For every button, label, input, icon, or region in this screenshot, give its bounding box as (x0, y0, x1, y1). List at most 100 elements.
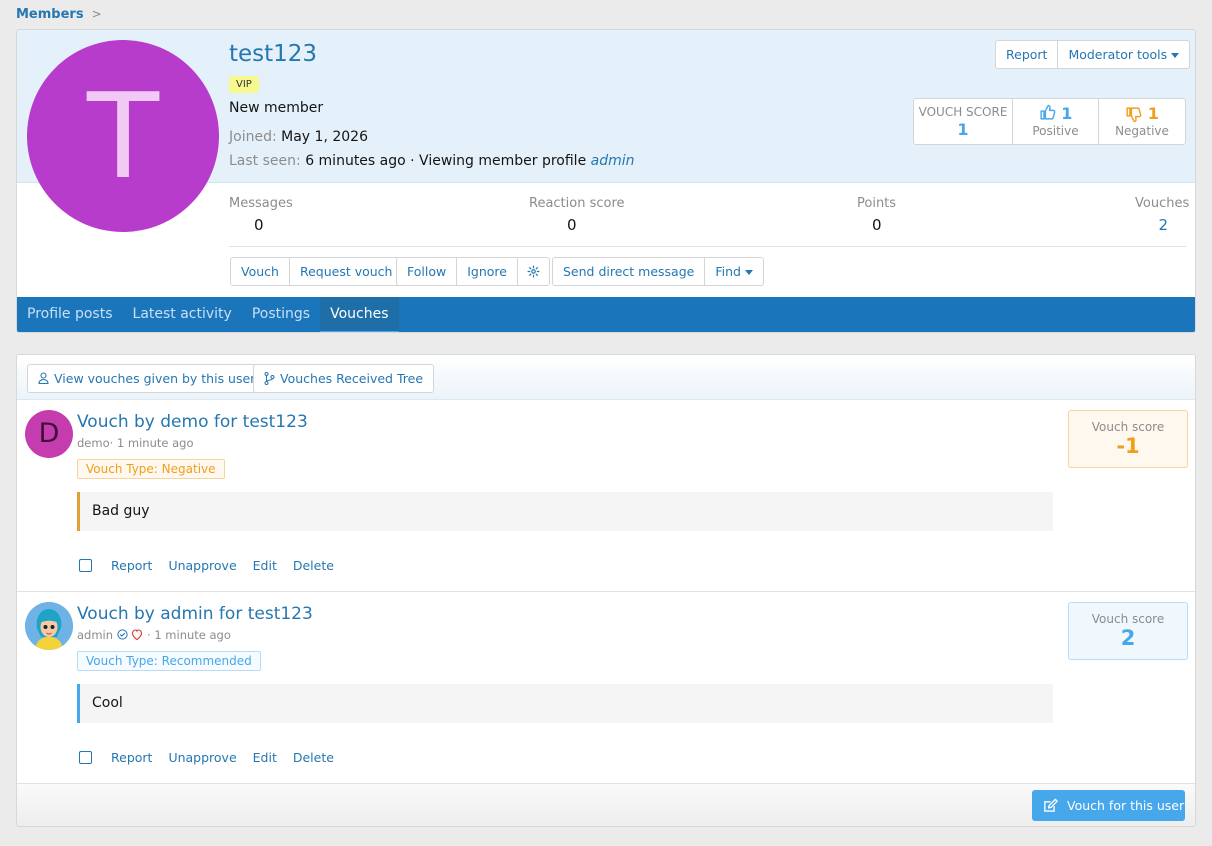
vouch-title[interactable]: Vouch by admin for test123 (77, 604, 313, 624)
vouch-author[interactable]: demo (77, 436, 110, 450)
joined-label: Joined: (229, 129, 277, 145)
stat-label: Points (857, 196, 897, 211)
follow-button[interactable]: Follow (397, 258, 458, 285)
vouch-for-user-label: Vouch for this user (1067, 798, 1185, 813)
stat-label: Reaction score (529, 196, 625, 211)
stat-value: 0 (254, 216, 264, 234)
vouch-actions: Report Unapprove Edit Delete (79, 750, 350, 765)
tab-vouches[interactable]: Vouches (320, 297, 399, 332)
view-vouches-given-label: View vouches given by this user (54, 371, 256, 386)
stat-points[interactable]: Points 0 (857, 196, 896, 234)
vouch-score-cell: VOUCH SCORE 1 (914, 99, 1013, 144)
vouches-toolbar: View vouches given by this user Vouches … (17, 355, 1195, 400)
user-icon (38, 372, 49, 384)
report-link[interactable]: Report (111, 750, 152, 765)
message-button-group: Send direct message Find (552, 257, 764, 286)
vouch-message: Bad guy (77, 492, 1053, 531)
stat-label: Vouches (1135, 196, 1190, 211)
stat-label: Messages (229, 196, 293, 211)
lastseen-value: 6 minutes ago · Viewing member profile (305, 153, 587, 169)
delete-link[interactable]: Delete (293, 750, 334, 765)
vouch-score-summary: VOUCH SCORE 1 1 Positive 1 Negative (913, 98, 1186, 145)
heart-icon (132, 629, 143, 641)
joined-date: Joined: May 1, 2026 (229, 129, 368, 145)
thumbs-up-icon (1040, 104, 1056, 120)
find-label: Find (715, 264, 741, 279)
edit-link[interactable]: Edit (253, 558, 277, 573)
caret-down-icon (744, 270, 753, 275)
branch-icon (264, 372, 275, 385)
stat-messages[interactable]: Messages 0 (229, 196, 293, 234)
report-button[interactable]: Report (996, 41, 1059, 68)
gear-icon (527, 265, 540, 278)
avatar[interactable]: T (27, 40, 219, 232)
avatar[interactable] (25, 602, 73, 650)
vip-badge: VIP (229, 76, 259, 93)
vouch-type-badge: Vouch Type: Negative (77, 459, 225, 479)
tab-profile-posts[interactable]: Profile posts (17, 297, 123, 332)
vouch-actions: Report Unapprove Edit Delete (79, 558, 350, 573)
vouch-author[interactable]: admin (77, 628, 113, 642)
positive-count: 1 (1061, 104, 1073, 123)
vouch-for-user-button[interactable]: Vouch for this user (1032, 790, 1185, 821)
vouch-score-value: -1 (1116, 434, 1140, 458)
moderator-tools-button[interactable]: Moderator tools (1058, 41, 1189, 68)
follow-button-group: Follow Ignore (396, 257, 550, 286)
vouch-score-card: Vouch score -1 (1068, 410, 1188, 468)
unapprove-link[interactable]: Unapprove (168, 558, 236, 573)
vouch-meta: demo· 1 minute ago (77, 436, 194, 450)
stat-value: 0 (872, 216, 882, 234)
caret-down-icon (1171, 53, 1180, 58)
last-seen: Last seen: 6 minutes ago · Viewing membe… (229, 153, 635, 169)
stat-value[interactable]: 2 (1135, 216, 1186, 234)
edit-icon (1044, 798, 1058, 812)
vouch-message: Cool (77, 684, 1053, 723)
ignore-button[interactable]: Ignore (457, 258, 518, 285)
verified-check-icon (117, 629, 128, 640)
vouch-score-card: Vouch score 2 (1068, 602, 1188, 660)
negative-count: 1 (1147, 104, 1159, 123)
find-button[interactable]: Find (705, 258, 763, 285)
vouches-panel: View vouches given by this user Vouches … (16, 354, 1196, 827)
breadcrumb-members-link[interactable]: Members (16, 7, 84, 22)
report-link[interactable]: Report (111, 558, 152, 573)
vouch-meta: admin · 1 minute ago (77, 628, 231, 642)
avatar[interactable]: D (25, 410, 73, 458)
vouch-score-label: Vouch score (1091, 612, 1165, 626)
vouch-score-label: VOUCH SCORE (918, 105, 1008, 119)
send-dm-button[interactable]: Send direct message (553, 258, 706, 285)
divider (229, 246, 1186, 247)
viewer-link[interactable]: admin (591, 153, 635, 169)
unapprove-link[interactable]: Unapprove (168, 750, 236, 765)
vouch-score-value: 1 (957, 120, 969, 139)
vouch-title[interactable]: Vouch by demo for test123 (77, 412, 308, 432)
moderator-tools-label: Moderator tools (1068, 47, 1168, 62)
vouches-received-tree-label: Vouches Received Tree (280, 371, 424, 386)
vouch-time: · 1 minute ago (109, 436, 194, 450)
tab-latest-activity[interactable]: Latest activity (123, 297, 242, 332)
vouch-item: Vouch by admin for test123 admin · 1 min… (17, 592, 1195, 784)
view-vouches-given-button[interactable]: View vouches given by this user (27, 364, 267, 393)
vouch-type-badge: Vouch Type: Recommended (77, 651, 261, 671)
request-vouch-button[interactable]: Request vouch (290, 258, 403, 285)
cartoon-avatar-icon (25, 602, 73, 650)
user-title: New member (229, 100, 324, 116)
vouch-time: · 1 minute ago (147, 628, 231, 642)
username[interactable]: test123 (229, 41, 317, 67)
stat-reaction-score[interactable]: Reaction score 0 (529, 196, 625, 234)
breadcrumb[interactable]: Members > (16, 7, 102, 22)
vouches-received-tree-button[interactable]: Vouches Received Tree (253, 364, 435, 393)
settings-button[interactable] (518, 258, 549, 285)
positive-cell: 1 Positive (1013, 99, 1099, 144)
tab-postings[interactable]: Postings (242, 297, 320, 332)
vouch-button[interactable]: Vouch (231, 258, 290, 285)
edit-link[interactable]: Edit (253, 750, 277, 765)
negative-cell: 1 Negative (1099, 99, 1185, 144)
negative-label: Negative (1115, 124, 1169, 138)
stat-vouches[interactable]: Vouches 2 (1135, 196, 1190, 234)
select-checkbox[interactable] (79, 751, 92, 764)
lastseen-label: Last seen: (229, 153, 301, 169)
select-checkbox[interactable] (79, 559, 92, 572)
stat-value: 0 (567, 216, 577, 234)
delete-link[interactable]: Delete (293, 558, 334, 573)
